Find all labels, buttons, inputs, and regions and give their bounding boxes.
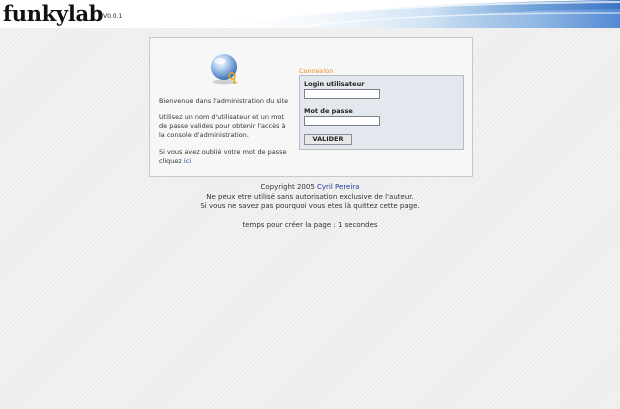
site-logo: funkylab — [3, 1, 104, 26]
key-icon — [211, 54, 237, 85]
instructions-text: Utilisez un nom d'utilisateur et un mot … — [159, 113, 286, 139]
forgot-password-block: Si vous avez oublié votre mot de passe c… — [159, 148, 289, 166]
forgot-password-link[interactable]: ici — [184, 157, 191, 165]
username-input[interactable] — [304, 89, 380, 99]
login-title: Connexion — [299, 67, 334, 75]
copyright-line: Copyright 2005 Cyril Pereira — [0, 183, 620, 193]
forgot-password-text: Si vous avez oublié votre mot de passe c… — [159, 148, 287, 165]
version-label: V0.0.1 — [103, 13, 123, 20]
copyright-text: Copyright 2005 — [260, 183, 315, 191]
validate-button[interactable]: VALIDER — [304, 134, 352, 145]
header: funkylab V0.0.1 — [0, 0, 620, 28]
username-label: Login utilisateur — [304, 80, 365, 88]
author-link[interactable]: Cyril Pereira — [317, 183, 359, 191]
generation-time: temps pour créer la page : 1 secondes — [242, 220, 378, 229]
footer: Copyright 2005 Cyril Pereira Ne peux etr… — [0, 183, 620, 230]
login-panel: Bienvenue dans l'administration du site … — [149, 37, 473, 177]
password-label: Mot de passe — [304, 107, 353, 115]
leave-notice: Si vous ne savez pas pourquoi vous etes … — [200, 202, 420, 210]
welcome-text: Bienvenue dans l'administration du site — [159, 97, 289, 105]
login-form: Login utilisateur Mot de passe VALIDER — [299, 75, 464, 150]
password-input[interactable] — [304, 116, 380, 126]
usage-notice: Ne peux etre utilisé sans autorisation e… — [206, 192, 414, 201]
